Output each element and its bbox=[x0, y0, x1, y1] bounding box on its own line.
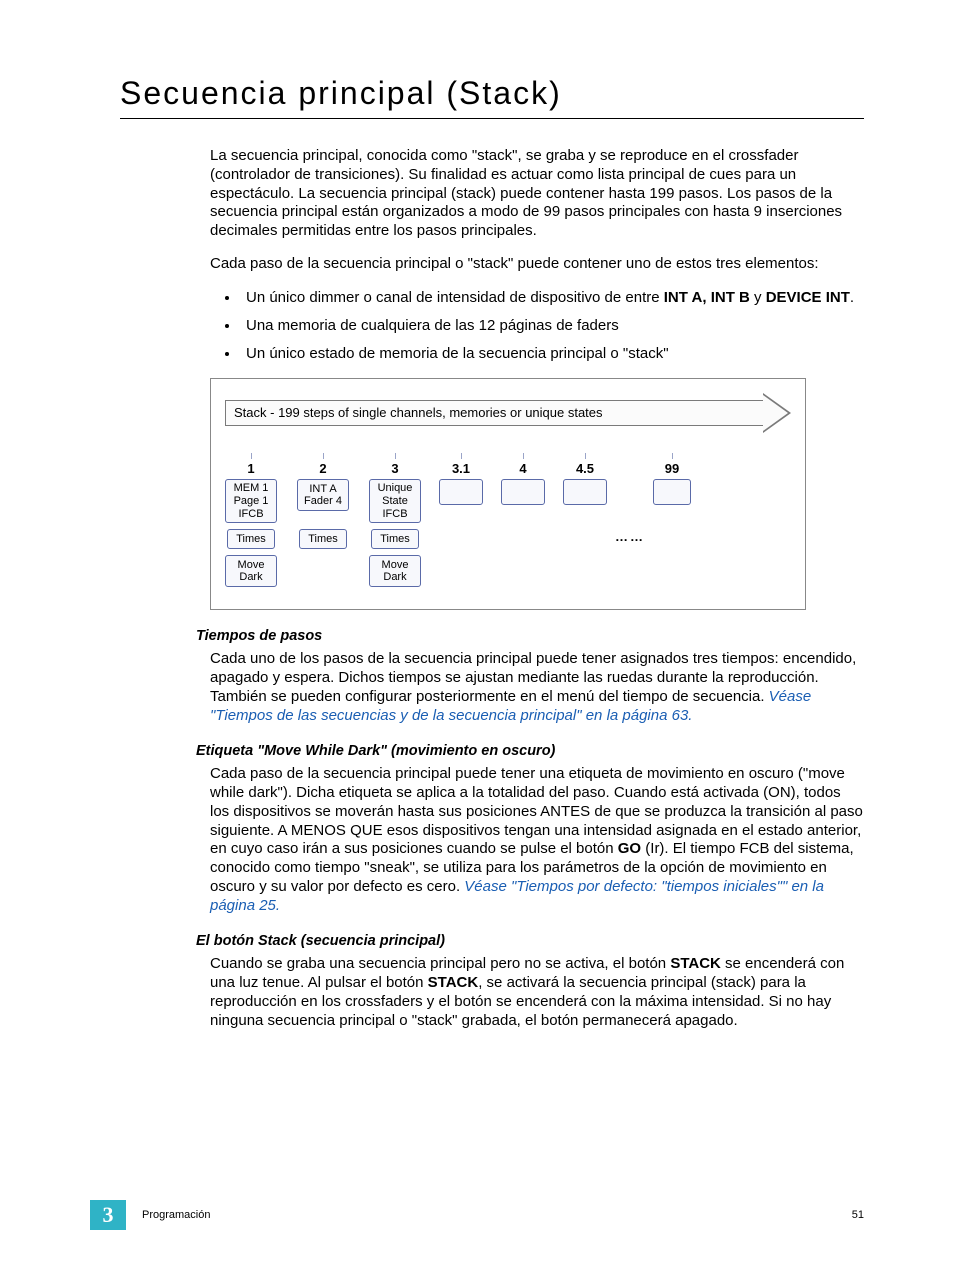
step-box: MEM 1 Page 1 IFCB bbox=[225, 479, 277, 523]
subhead-tiempos: Tiempos de pasos bbox=[196, 628, 864, 644]
times-box: Times bbox=[371, 529, 419, 549]
move-dark-box: Move Dark bbox=[225, 555, 277, 587]
paragraph: Cuando se graba una secuencia principal … bbox=[210, 955, 864, 1030]
paragraph: Cada uno de los pasos de la secuencia pr… bbox=[210, 650, 864, 725]
bold-run: STACK bbox=[428, 974, 479, 991]
footer-section-name: Programación bbox=[142, 1209, 852, 1221]
ellipsis-icon: …… bbox=[615, 529, 645, 544]
step-box-line: Dark bbox=[228, 571, 274, 584]
step-box-line: Page 1 bbox=[228, 495, 274, 508]
paragraph: Cada paso de la secuencia principal pued… bbox=[210, 765, 864, 915]
step-box-line: Unique bbox=[372, 482, 418, 495]
move-dark-box: Move Dark bbox=[369, 555, 421, 587]
chapter-number-badge: 3 bbox=[90, 1200, 126, 1230]
times-box: Times bbox=[227, 529, 275, 549]
step-box-line: IFCB bbox=[372, 508, 418, 521]
bullet-text: y bbox=[750, 289, 766, 306]
step-box-line: Dark bbox=[372, 571, 418, 584]
bullet-list: Un único dimmer o canal de intensidad de… bbox=[210, 288, 864, 365]
bullet-text: Un único dimmer o canal de intensidad de… bbox=[246, 289, 664, 306]
step-box-line: Fader 4 bbox=[300, 495, 346, 508]
subhead-movedark: Etiqueta "Move While Dark" (movimiento e… bbox=[196, 743, 864, 759]
step-box-line: Move bbox=[372, 559, 418, 572]
stack-diagram: Stack - 199 steps of single channels, me… bbox=[210, 378, 806, 610]
step-number: 3.1 bbox=[452, 461, 470, 475]
step-col-3: 3 Unique State IFCB Times Move Dark bbox=[369, 453, 421, 593]
bold-run: STACK bbox=[670, 955, 721, 972]
title-rule bbox=[120, 118, 864, 119]
page-title: Secuencia principal (Stack) bbox=[120, 75, 864, 112]
step-box: INT A Fader 4 bbox=[297, 479, 349, 511]
step-col-4: 4 bbox=[501, 453, 545, 511]
step-box-line: State bbox=[372, 495, 418, 508]
step-number: 99 bbox=[665, 461, 679, 475]
bullet-bold: DEVICE INT bbox=[766, 289, 850, 306]
step-box-line: MEM 1 bbox=[228, 482, 274, 495]
step-box-empty bbox=[563, 479, 607, 505]
list-item: Un único estado de memoria de la secuenc… bbox=[240, 344, 864, 364]
step-col-99: 99 bbox=[653, 453, 691, 511]
step-number: 4.5 bbox=[576, 461, 594, 475]
step-col-2: 2 INT A Fader 4 Times bbox=[297, 453, 349, 555]
intro-lead: Cada paso de la secuencia principal o "s… bbox=[210, 255, 864, 274]
subhead-stackbtn: El botón Stack (secuencia principal) bbox=[196, 933, 864, 949]
step-col-4-5: 4.5 bbox=[563, 453, 607, 511]
bold-run: GO bbox=[618, 840, 641, 857]
step-col-1: 1 MEM 1 Page 1 IFCB Times Move Dark bbox=[225, 453, 277, 593]
arrow-row: Stack - 199 steps of single channels, me… bbox=[225, 393, 791, 433]
arrow-label: Stack - 199 steps of single channels, me… bbox=[225, 400, 763, 426]
step-box-empty bbox=[439, 479, 483, 505]
steps-row: 1 MEM 1 Page 1 IFCB Times Move Dark bbox=[225, 453, 791, 593]
step-box-empty bbox=[653, 479, 691, 505]
arrow-head-icon bbox=[763, 393, 791, 433]
step-box-empty bbox=[501, 479, 545, 505]
footer-page-number: 51 bbox=[852, 1209, 864, 1221]
step-number: 2 bbox=[319, 461, 326, 475]
list-item: Una memoria de cualquiera de las 12 pági… bbox=[240, 316, 864, 336]
text-run: Cuando se graba una secuencia principal … bbox=[210, 955, 670, 972]
intro-paragraph: La secuencia principal, conocida como "s… bbox=[210, 147, 864, 241]
body-column: La secuencia principal, conocida como "s… bbox=[210, 147, 864, 1030]
step-box-line: INT A bbox=[300, 483, 346, 496]
step-box-line: Move bbox=[228, 559, 274, 572]
bullet-bold: INT A, INT B bbox=[664, 289, 750, 306]
step-number: 3 bbox=[391, 461, 398, 475]
step-box-line: IFCB bbox=[228, 508, 274, 521]
step-col-3-1: 3.1 bbox=[439, 453, 483, 511]
times-box: Times bbox=[299, 529, 347, 549]
list-item: Un único dimmer o canal de intensidad de… bbox=[240, 288, 864, 308]
step-number: 4 bbox=[519, 461, 526, 475]
step-number: 1 bbox=[247, 461, 254, 475]
text-run: Cada uno de los pasos de la secuencia pr… bbox=[210, 650, 856, 705]
step-box: Unique State IFCB bbox=[369, 479, 421, 523]
page-footer: 3 Programación 51 bbox=[90, 1200, 864, 1230]
bullet-text: . bbox=[850, 289, 854, 306]
